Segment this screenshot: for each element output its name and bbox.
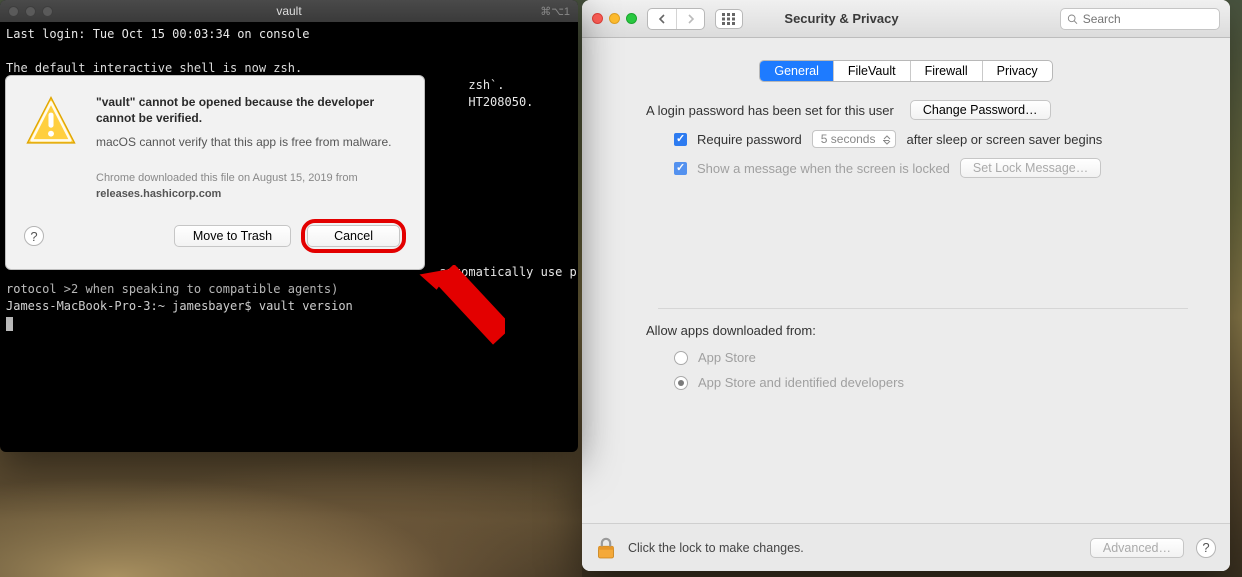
- term-line: automatically use p: [439, 265, 576, 279]
- tab-firewall[interactable]: Firewall: [910, 61, 982, 81]
- wallpaper-mountain: [0, 437, 582, 577]
- allow-apps-title: Allow apps downloaded from:: [646, 323, 1200, 338]
- advanced-button[interactable]: Advanced…: [1090, 538, 1184, 558]
- gatekeeper-alert: "vault" cannot be opened because the dev…: [5, 75, 425, 270]
- search-icon: [1067, 13, 1078, 25]
- terminal-shortcut-hint: ⌘⌥1: [540, 5, 570, 18]
- prefs-footer: Click the lock to make changes. Advanced…: [582, 523, 1230, 571]
- alert-title: "vault" cannot be opened because the dev…: [96, 94, 406, 126]
- help-icon: ?: [1202, 540, 1209, 555]
- allow-identified-label: App Store and identified developers: [698, 375, 904, 390]
- term-line: Jamess-MacBook-Pro-3:~ jamesbayer$ vault…: [6, 299, 353, 313]
- cancel-button[interactable]: Cancel: [307, 225, 400, 247]
- terminal-titlebar[interactable]: vault ⌘⌥1: [0, 0, 578, 22]
- allow-appstore-label: App Store: [698, 350, 756, 365]
- tab-filevault[interactable]: FileVault: [833, 61, 910, 81]
- warning-icon: [24, 94, 78, 148]
- show-lock-message-checkbox: [674, 162, 687, 175]
- minimize-dot-icon[interactable]: [609, 13, 620, 24]
- require-password-delay-select[interactable]: 5 seconds: [812, 130, 897, 148]
- prefs-tabs: General FileVault Firewall Privacy: [759, 60, 1052, 82]
- term-line: Last login: Tue Oct 15 00:03:34 on conso…: [6, 27, 309, 41]
- prefs-toolbar: Security & Privacy: [582, 0, 1230, 38]
- set-lock-message-button: Set Lock Message…: [960, 158, 1101, 178]
- allow-identified-radio: [674, 376, 688, 390]
- tab-privacy[interactable]: Privacy: [982, 61, 1052, 81]
- alert-download-site: releases.hashicorp.com: [96, 188, 221, 200]
- system-preferences-window: Security & Privacy General FileVault Fir…: [582, 0, 1230, 571]
- allow-appstore-radio: [674, 351, 688, 365]
- require-password-delay-value: 5 seconds: [821, 132, 876, 146]
- close-dot-icon[interactable]: [592, 13, 603, 24]
- require-password-checkbox[interactable]: [674, 133, 687, 146]
- show-lock-message-label: Show a message when the screen is locked: [697, 161, 950, 176]
- alert-subtitle: macOS cannot verify that this app is fre…: [96, 134, 406, 151]
- term-line: rotocol >2 when speaking to compatible a…: [6, 282, 338, 296]
- move-to-trash-button[interactable]: Move to Trash: [174, 225, 291, 247]
- term-line: zsh`.: [468, 78, 504, 92]
- prefs-body: General FileVault Firewall Privacy A log…: [582, 38, 1230, 571]
- prefs-search[interactable]: [1060, 8, 1220, 30]
- alert-download-meta: Chrome downloaded this file on August 15…: [96, 172, 358, 184]
- prefs-window-title: Security & Privacy: [633, 11, 1050, 26]
- lock-hint-text: Click the lock to make changes.: [628, 541, 1078, 555]
- divider: [658, 308, 1188, 309]
- term-line: The default interactive shell is now zsh…: [6, 61, 302, 75]
- stepper-icon: [883, 135, 891, 145]
- prefs-traffic-lights: [592, 13, 637, 24]
- require-password-label: Require password: [697, 132, 802, 147]
- change-password-button[interactable]: Change Password…: [910, 100, 1051, 120]
- require-password-suffix: after sleep or screen saver begins: [906, 132, 1102, 147]
- tab-general[interactable]: General: [760, 61, 832, 81]
- search-input[interactable]: [1083, 12, 1213, 26]
- prefs-help-button[interactable]: ?: [1196, 538, 1216, 558]
- help-icon: ?: [30, 229, 37, 244]
- login-password-label: A login password has been set for this u…: [646, 103, 894, 118]
- terminal-cursor-icon: [6, 317, 13, 331]
- annotation-circle-icon: Cancel: [301, 219, 406, 253]
- term-line: HT208050.: [468, 95, 533, 109]
- lock-icon[interactable]: [596, 536, 616, 560]
- terminal-title: vault: [0, 4, 578, 18]
- help-button[interactable]: ?: [24, 226, 44, 246]
